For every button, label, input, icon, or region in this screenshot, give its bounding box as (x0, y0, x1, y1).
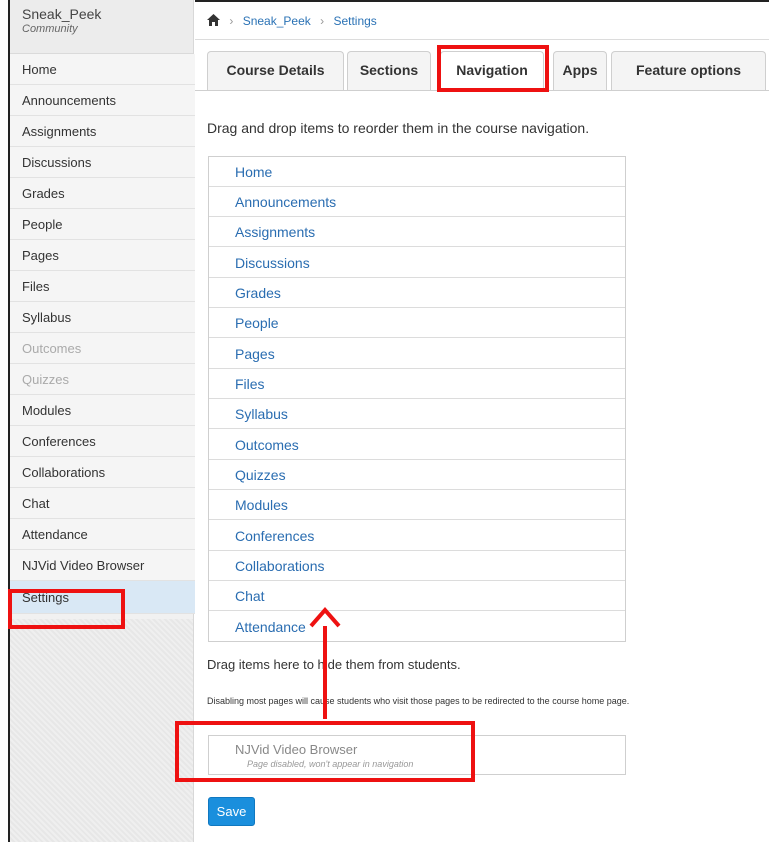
sidebar-item-announcements[interactable]: Announcements (10, 85, 195, 116)
breadcrumb-separator-icon: › (229, 14, 234, 28)
nav-order-item-grades[interactable]: Grades (209, 278, 625, 308)
sidebar-item-discussions[interactable]: Discussions (10, 147, 195, 178)
settings-tabs: Course Details Sections Navigation Apps … (195, 51, 769, 91)
nav-order-item-syllabus[interactable]: Syllabus (209, 399, 625, 429)
save-button[interactable]: Save (208, 797, 255, 826)
nav-order-item-quizzes[interactable]: Quizzes (209, 460, 625, 490)
breadcrumb-course-link[interactable]: Sneak_Peek (243, 14, 311, 28)
tab-navigation[interactable]: Navigation (440, 51, 544, 90)
nav-order-item-announcements[interactable]: Announcements (209, 187, 625, 217)
breadcrumb-current-page[interactable]: Settings (333, 14, 376, 28)
sidebar-item-syllabus[interactable]: Syllabus (10, 302, 195, 333)
sidebar-item-collaborations[interactable]: Collaborations (10, 457, 195, 488)
main-content: › Sneak_Peek › Settings Course Details S… (195, 0, 769, 842)
nav-order-item-modules[interactable]: Modules (209, 490, 625, 520)
navigation-instructions: Drag and drop items to reorder them in t… (207, 120, 590, 136)
sidebar-item-home[interactable]: Home (10, 54, 195, 85)
breadcrumb: › Sneak_Peek › Settings (195, 0, 769, 40)
nav-order-item-people[interactable]: People (209, 308, 625, 338)
nav-order-item-outcomes[interactable]: Outcomes (209, 430, 625, 460)
hide-items-title: Drag items here to hide them from studen… (207, 657, 461, 672)
sidebar-item-files[interactable]: Files (10, 271, 195, 302)
nav-order-item-collaborations[interactable]: Collaborations (209, 551, 625, 581)
nav-order-item-attendance[interactable]: Attendance (209, 612, 625, 642)
sidebar-item-conferences[interactable]: Conferences (10, 426, 195, 457)
sidebar-item-pages[interactable]: Pages (10, 240, 195, 271)
home-icon[interactable] (207, 3, 220, 41)
sidebar-item-quizzes[interactable]: Quizzes (10, 364, 195, 395)
sidebar-item-chat[interactable]: Chat (10, 488, 195, 519)
tab-course-details[interactable]: Course Details (207, 51, 344, 90)
sidebar-item-modules[interactable]: Modules (10, 395, 195, 426)
hidden-item-njvid-video-browser[interactable]: NJVid Video Browser (235, 742, 357, 757)
nav-order-item-files[interactable]: Files (209, 369, 625, 399)
course-header: Sneak_Peek Community (10, 0, 193, 54)
sidebar-background-pattern (10, 619, 193, 842)
nav-order-item-chat[interactable]: Chat (209, 581, 625, 611)
tab-apps[interactable]: Apps (553, 51, 607, 90)
sidebar-item-assignments[interactable]: Assignments (10, 116, 195, 147)
tab-feature-options[interactable]: Feature options (611, 51, 766, 90)
breadcrumb-separator-icon: › (320, 14, 325, 28)
nav-order-item-pages[interactable]: Pages (209, 339, 625, 369)
tab-sections[interactable]: Sections (347, 51, 431, 90)
sidebar-item-people[interactable]: People (10, 209, 195, 240)
nav-order-item-assignments[interactable]: Assignments (209, 217, 625, 247)
sidebar-item-grades[interactable]: Grades (10, 178, 195, 209)
hide-items-note: Disabling most pages will cause students… (207, 696, 630, 706)
nav-order-item-home[interactable]: Home (209, 157, 625, 187)
course-subtitle: Community (22, 23, 78, 35)
course-name[interactable]: Sneak_Peek (22, 6, 193, 22)
course-sidebar: Sneak_Peek Community Home Announcements … (8, 0, 195, 842)
tabs-divider (195, 90, 769, 91)
hidden-item-status: Page disabled, won't appear in navigatio… (247, 759, 414, 769)
sidebar-item-njvid-video-browser[interactable]: NJVid Video Browser (10, 550, 195, 581)
sidebar-item-outcomes[interactable]: Outcomes (10, 333, 195, 364)
nav-order-item-conferences[interactable]: Conferences (209, 521, 625, 551)
navigation-order-list: Home Announcements Assignments Discussio… (208, 156, 626, 642)
hidden-items-list: NJVid Video Browser Page disabled, won't… (208, 735, 626, 775)
sidebar-item-attendance[interactable]: Attendance (10, 519, 195, 550)
nav-order-item-discussions[interactable]: Discussions (209, 248, 625, 278)
sidebar-item-settings[interactable]: Settings (10, 581, 195, 614)
